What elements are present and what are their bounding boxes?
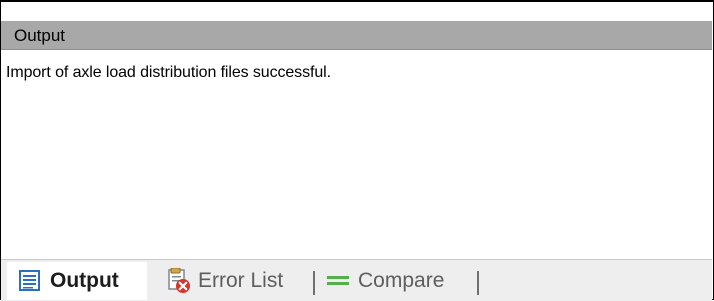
output-message-area[interactable]: Import of axle load distribution files s… (1, 50, 712, 259)
compare-icon (325, 268, 351, 294)
output-panel-title: Output (14, 26, 66, 45)
output-message-line: Import of axle load distribution files s… (6, 64, 331, 81)
output-panel-title-bar: Output (1, 21, 712, 50)
tab-error-list-label: Error List (198, 269, 284, 292)
output-panel: Output Import of axle load distribution … (0, 0, 714, 301)
tab-output-label: Output (50, 269, 119, 292)
tab-separator (477, 271, 479, 295)
error-list-icon (165, 268, 191, 294)
tab-compare[interactable]: Compare (313, 262, 477, 300)
tab-compare-label: Compare (358, 269, 445, 292)
tab-output[interactable]: Output (7, 262, 147, 300)
tab-error-list[interactable]: Error List (153, 262, 313, 300)
output-log-icon (17, 268, 43, 294)
bottom-tool-window-tabs: Output Error List Compare (1, 259, 712, 301)
